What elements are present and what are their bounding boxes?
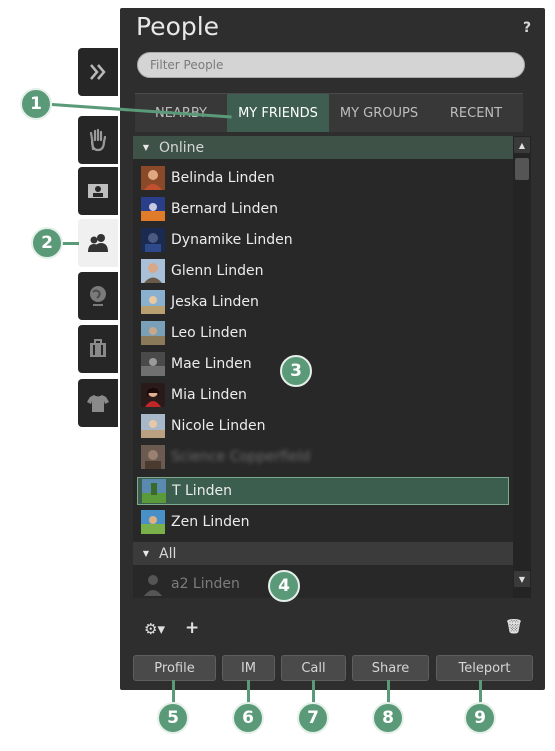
callout-3: 3 bbox=[280, 355, 312, 387]
sidebar-tab-profile[interactable] bbox=[78, 167, 118, 215]
suitcase-icon bbox=[90, 339, 106, 357]
avatar bbox=[141, 414, 165, 438]
sidebar-tab-inventory[interactable] bbox=[78, 325, 118, 373]
sidebar-tab-appearance[interactable] bbox=[78, 379, 118, 427]
profile-button[interactable]: Profile bbox=[133, 655, 216, 681]
avatar-placeholder-icon bbox=[144, 575, 162, 596]
friend-name: Leo Linden bbox=[171, 325, 248, 341]
list-item[interactable]: Zen Linden bbox=[137, 508, 509, 536]
avatar bbox=[141, 352, 165, 376]
list-item[interactable]: Leo Linden bbox=[137, 319, 509, 347]
callout-7: 7 bbox=[297, 702, 329, 734]
sidebar-tab-places[interactable] bbox=[78, 272, 118, 320]
list-item[interactable]: Jeska Linden bbox=[137, 288, 509, 316]
callout-6: 6 bbox=[232, 702, 264, 734]
friend-name: a2 Linden bbox=[171, 576, 240, 592]
list-item[interactable]: a2 Linden bbox=[137, 570, 509, 598]
list-item-selected[interactable]: T Linden bbox=[137, 477, 509, 505]
group-label: Online bbox=[159, 139, 205, 156]
collapse-arrow-icon: ▼ bbox=[142, 143, 150, 152]
callout-9: 9 bbox=[464, 702, 496, 734]
scroll-thumb[interactable] bbox=[515, 158, 529, 180]
callout-leader bbox=[61, 242, 79, 245]
callout-leader bbox=[172, 680, 175, 704]
list-item[interactable]: Dynamike Linden bbox=[137, 226, 509, 254]
avatar bbox=[141, 259, 165, 283]
gear-menu-icon[interactable]: ⚙▾ bbox=[144, 620, 165, 638]
friends-list: ▼ Online Belinda Linden Bernard Linden D… bbox=[133, 136, 513, 598]
shirt-icon bbox=[87, 395, 109, 412]
avatar bbox=[141, 510, 165, 534]
avatar bbox=[141, 445, 165, 469]
im-button[interactable]: IM bbox=[222, 655, 275, 681]
list-item[interactable]: Nicole Linden bbox=[137, 412, 509, 440]
friend-name: Glenn Linden bbox=[171, 263, 264, 279]
group-label: All bbox=[159, 545, 177, 562]
avatar bbox=[141, 166, 165, 190]
help-button[interactable]: ? bbox=[523, 20, 531, 36]
profile-card-icon bbox=[88, 184, 108, 198]
sidebar-tab-home[interactable] bbox=[78, 116, 118, 164]
tab-my-friends[interactable]: MY FRIENDS bbox=[227, 93, 329, 132]
collapse-arrow-icon: ▼ bbox=[142, 549, 150, 558]
callout-8: 8 bbox=[372, 702, 404, 734]
list-item[interactable]: Belinda Linden bbox=[137, 164, 509, 192]
friend-name: Mia Linden bbox=[171, 387, 247, 403]
double-chevron-icon bbox=[90, 64, 106, 80]
callout-1: 1 bbox=[20, 88, 52, 120]
sidebar-tab-people[interactable] bbox=[78, 219, 118, 267]
globe-icon bbox=[90, 286, 106, 306]
group-header-all[interactable]: ▼ All bbox=[133, 542, 513, 565]
tab-my-groups[interactable]: MY GROUPS bbox=[329, 93, 429, 132]
scroll-up-icon[interactable]: ▲ bbox=[514, 137, 530, 153]
avatar bbox=[141, 321, 165, 345]
page-title: People bbox=[136, 12, 220, 41]
friend-name: Nicole Linden bbox=[171, 418, 266, 434]
friend-name: Science Copperfield bbox=[171, 449, 311, 465]
trash-icon[interactable]: 🗑 bbox=[505, 619, 523, 635]
friend-name: Jeska Linden bbox=[171, 294, 259, 310]
avatar bbox=[141, 197, 165, 221]
avatar bbox=[142, 479, 166, 503]
callout-4: 4 bbox=[268, 570, 300, 602]
list-item[interactable]: Bernard Linden bbox=[137, 195, 509, 223]
callout-leader bbox=[312, 680, 315, 704]
group-header-online[interactable]: ▼ Online bbox=[133, 136, 513, 159]
avatar bbox=[141, 383, 165, 407]
hand-icon bbox=[89, 128, 107, 152]
friend-name: T Linden bbox=[172, 483, 232, 499]
list-item[interactable]: Glenn Linden bbox=[137, 257, 509, 285]
avatar bbox=[141, 290, 165, 314]
friend-name: Zen Linden bbox=[171, 514, 250, 530]
tab-recent[interactable]: RECENT bbox=[429, 93, 523, 132]
teleport-button[interactable]: Teleport bbox=[436, 655, 533, 681]
callout-2: 2 bbox=[31, 227, 63, 259]
scroll-down-icon[interactable]: ▼ bbox=[514, 571, 530, 587]
callout-leader bbox=[479, 680, 482, 704]
callout-leader bbox=[387, 680, 390, 704]
share-button[interactable]: Share bbox=[352, 655, 429, 681]
list-scrollbar[interactable]: ▲ ▼ bbox=[513, 136, 531, 598]
call-button[interactable]: Call bbox=[281, 655, 346, 681]
sidebar-tab-expand[interactable] bbox=[78, 48, 118, 96]
avatar bbox=[141, 228, 165, 252]
friend-name: Belinda Linden bbox=[171, 170, 275, 186]
add-friend-icon[interactable]: + bbox=[185, 618, 199, 638]
list-item[interactable]: Science Copperfield bbox=[137, 443, 509, 471]
people-icon bbox=[88, 234, 108, 252]
callout-5: 5 bbox=[157, 702, 189, 734]
friend-name: Bernard Linden bbox=[171, 201, 278, 217]
friend-name: Mae Linden bbox=[171, 356, 252, 372]
list-item[interactable]: Mia Linden bbox=[137, 381, 509, 409]
callout-leader bbox=[247, 680, 250, 704]
list-item[interactable]: Mae Linden bbox=[137, 350, 509, 378]
friend-name: Dynamike Linden bbox=[171, 232, 293, 248]
filter-people-input[interactable]: Filter People bbox=[137, 52, 525, 78]
